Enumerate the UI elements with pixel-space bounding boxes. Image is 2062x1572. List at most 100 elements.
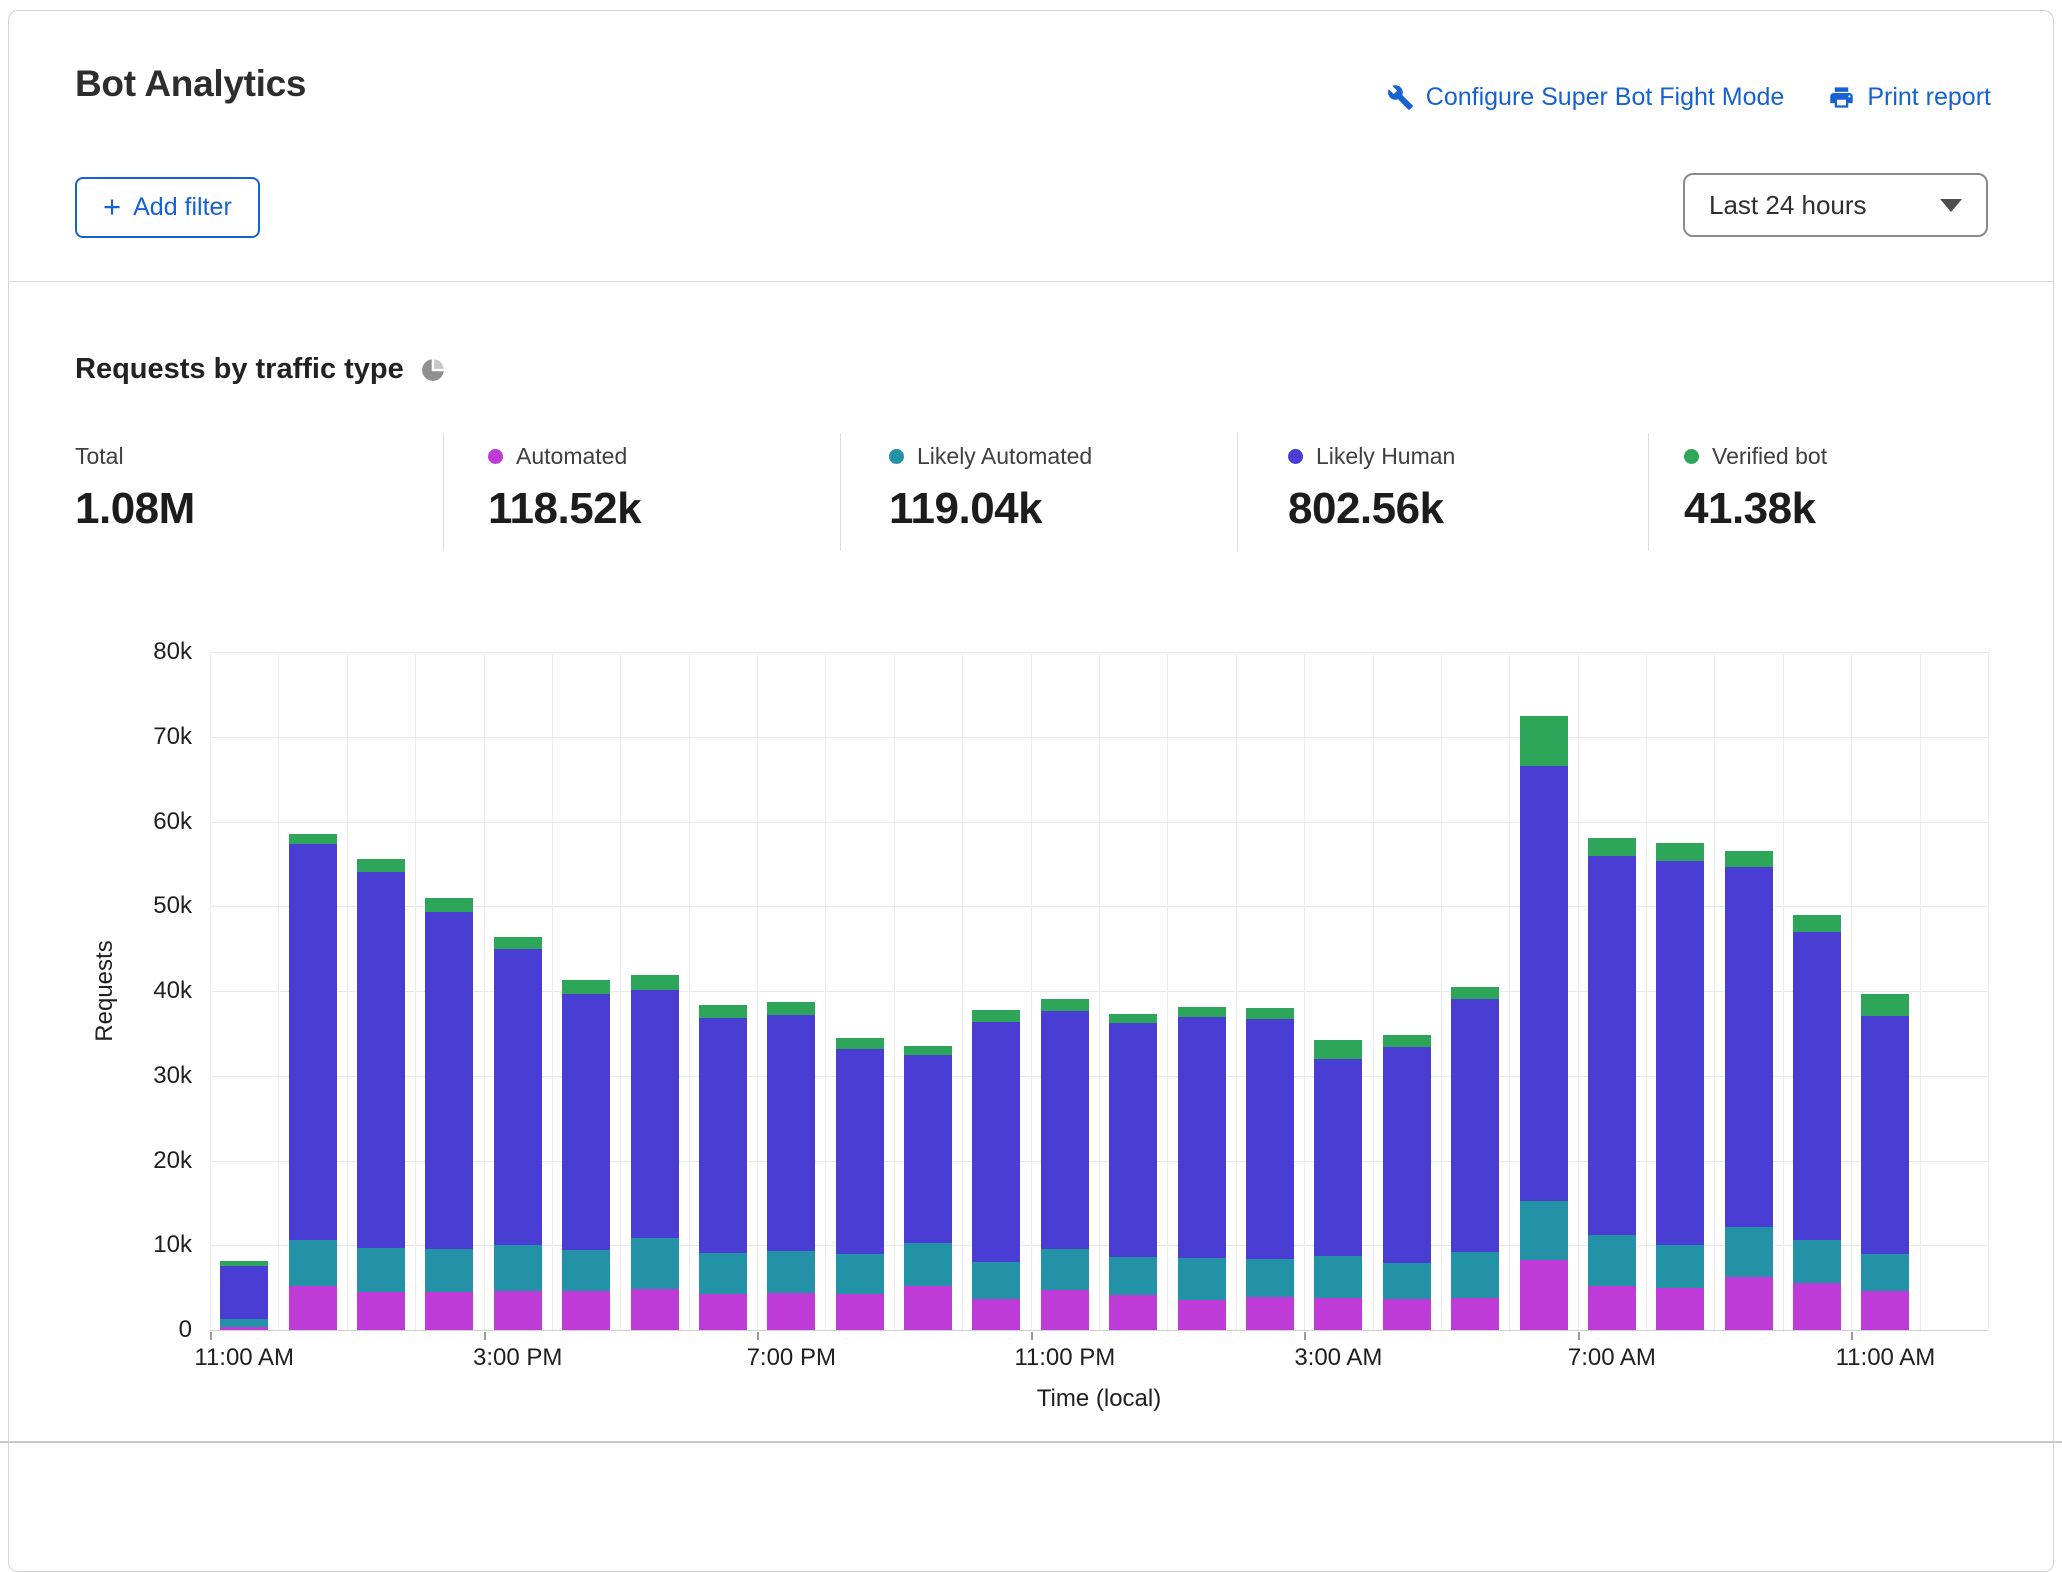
bar-segment-automated [1793,1283,1841,1330]
bar-slot-1[interactable] [289,834,337,1330]
y-axis-tick-label: 50k [100,892,192,920]
bar-segment-verified-bot [1383,1035,1431,1047]
bar-segment-automated [904,1286,952,1330]
gridline-x-21 [1646,652,1647,1330]
bar-segment-verified-bot [1656,843,1704,862]
bar-segment-likely-automated [1246,1259,1294,1297]
bar-segment-likely-automated [1793,1240,1841,1283]
bar-slot-9[interactable] [836,1038,884,1330]
gridline-x-22 [1714,652,1715,1330]
bar-slot-13[interactable] [1109,1014,1157,1330]
bar-segment-automated [1520,1260,1568,1330]
bar-slot-14[interactable] [1178,1007,1226,1330]
bar-segment-likely-human [1109,1023,1157,1257]
gridline-x-20 [1578,652,1579,1330]
bar-segment-automated [1041,1290,1089,1330]
bar-slot-22[interactable] [1725,851,1773,1330]
bar-slot-6[interactable] [631,975,679,1330]
y-axis-title: Requests [91,940,119,1041]
gridline-x-25 [1920,652,1921,1330]
bar-segment-likely-human [1793,932,1841,1240]
bar-segment-automated [494,1291,542,1330]
bar-segment-likely-automated [699,1253,747,1295]
bar-slot-18[interactable] [1451,987,1499,1330]
bar-segment-automated [562,1291,610,1330]
bar-segment-likely-automated [357,1248,405,1292]
bar-segment-verified-bot [562,980,610,994]
x-axis-tick [757,1332,759,1340]
bar-slot-3[interactable] [425,898,473,1330]
bar-slot-16[interactable] [1314,1040,1362,1330]
y-axis-tick-label: 10k [100,1231,192,1259]
gridline-x-7 [689,652,690,1330]
bar-slot-0[interactable] [220,1261,268,1330]
bar-segment-likely-automated [1656,1245,1704,1287]
gridline-x-2 [347,652,348,1330]
bar-segment-automated [631,1289,679,1330]
bar-segment-verified-bot [425,898,473,912]
bar-slot-4[interactable] [494,937,542,1330]
y-axis-tick-label: 30k [100,1062,192,1090]
x-axis-tick-label: 11:00 AM [194,1344,294,1372]
x-axis-tick-label: 3:00 PM [473,1344,562,1372]
bar-segment-likely-human [1520,766,1568,1201]
y-axis-tick-label: 60k [100,808,192,836]
gridline-x-12 [1031,652,1032,1330]
gridline-x-3 [415,652,416,1330]
bar-segment-automated [1246,1297,1294,1330]
gridline-x-10 [894,652,895,1330]
y-axis-tick-label: 70k [100,723,192,751]
bar-segment-automated [1178,1300,1226,1330]
bar-segment-likely-human [1656,861,1704,1245]
bar-slot-24[interactable] [1861,994,1909,1330]
bar-segment-likely-automated [904,1243,952,1286]
bar-segment-verified-bot [631,975,679,990]
bar-slot-20[interactable] [1588,838,1636,1330]
bar-slot-15[interactable] [1246,1008,1294,1330]
gridline-x-24 [1851,652,1852,1330]
bar-segment-verified-bot [1314,1040,1362,1059]
x-axis-tick-label: 11:00 PM [1014,1344,1115,1372]
x-axis-tick [1851,1332,1853,1340]
bar-slot-5[interactable] [562,980,610,1330]
gridline-x-6 [620,652,621,1330]
gridline-x-16 [1304,652,1305,1330]
bar-segment-automated [220,1327,268,1330]
bar-slot-19[interactable] [1520,716,1568,1330]
bar-slot-10[interactable] [904,1046,952,1330]
bar-segment-verified-bot [836,1038,884,1048]
bar-segment-likely-automated [562,1250,610,1291]
bar-segment-likely-automated [1588,1235,1636,1286]
bar-slot-21[interactable] [1656,843,1704,1330]
bar-slot-12[interactable] [1041,999,1089,1330]
bar-segment-likely-human [494,949,542,1246]
gridline-x-13 [1099,652,1100,1330]
bar-slot-7[interactable] [699,1005,747,1330]
gridline-x-9 [825,652,826,1330]
x-axis-tick [1304,1332,1306,1340]
bar-segment-automated [767,1293,815,1330]
x-axis-tick [1031,1332,1033,1340]
gridline-y-0 [210,1330,1988,1331]
bar-slot-23[interactable] [1793,915,1841,1330]
x-axis-tick-label: 7:00 AM [1568,1344,1656,1372]
bar-slot-2[interactable] [357,859,405,1330]
bar-slot-17[interactable] [1383,1035,1431,1330]
bar-segment-likely-automated [1314,1256,1362,1298]
bar-segment-likely-human [972,1022,1020,1263]
bar-slot-11[interactable] [972,1010,1020,1330]
bar-segment-likely-human [1588,856,1636,1235]
bar-segment-likely-human [1861,1016,1909,1253]
gridline-x-8 [757,652,758,1330]
bar-segment-likely-human [425,912,473,1249]
gridline-x-11 [962,652,963,1330]
bar-segment-verified-bot [1588,838,1636,856]
bar-segment-likely-human [220,1266,268,1319]
bar-segment-likely-human [1725,867,1773,1226]
bar-segment-likely-automated [1520,1201,1568,1259]
bar-segment-likely-automated [494,1245,542,1291]
gridline-x-23 [1783,652,1784,1330]
bar-segment-likely-automated [1109,1257,1157,1295]
bar-slot-8[interactable] [767,1002,815,1330]
bar-segment-automated [1451,1298,1499,1330]
